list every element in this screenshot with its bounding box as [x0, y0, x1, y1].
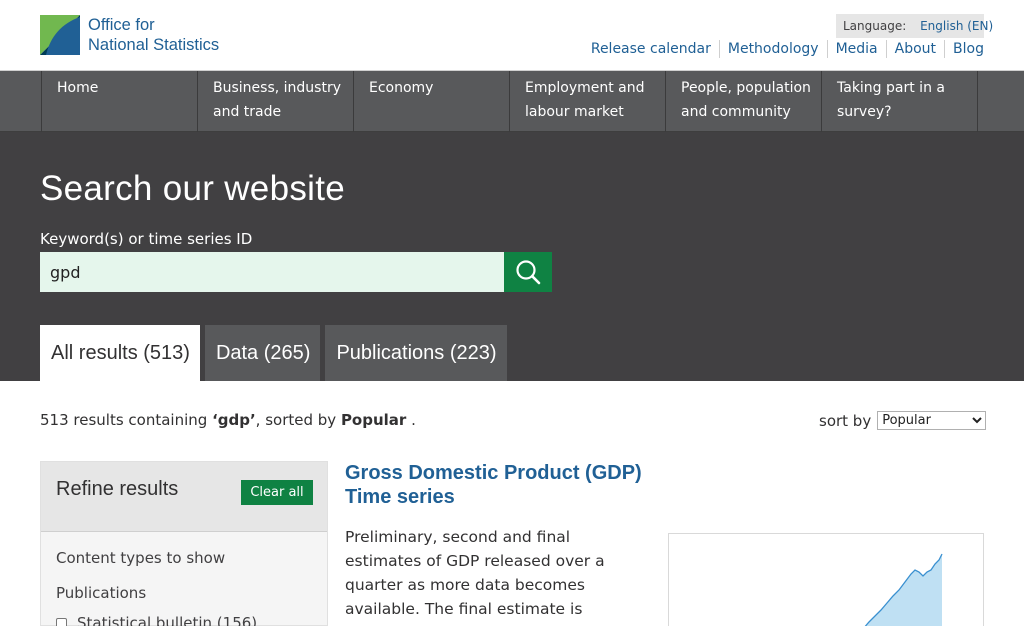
nav-item-survey[interactable]: Taking part in a survey?	[821, 71, 977, 132]
language-link[interactable]: English (EN)	[920, 19, 993, 33]
methodology-link[interactable]: Methodology	[718, 40, 827, 58]
refine-header: Refine results Clear all	[41, 462, 327, 532]
nav-item-economy[interactable]: Economy	[353, 71, 509, 132]
search-banner: Search our website Keyword(s) or time se…	[0, 132, 1024, 381]
sparkline-chart	[864, 553, 943, 626]
result-title-link[interactable]: Gross Domestic Product (GDP) Time series	[345, 461, 645, 509]
search-label: Keyword(s) or time series ID	[40, 230, 253, 248]
filter-checkbox-label: Statistical bulletin (156)	[77, 614, 258, 626]
summary-query: ‘gdp’	[212, 411, 256, 429]
main-nav: Home Business, industry and trade Econom…	[0, 71, 1024, 132]
release-calendar-link[interactable]: Release calendar	[583, 40, 719, 58]
tab-publications[interactable]: Publications (223)	[325, 325, 507, 381]
nav-item-employment[interactable]: Employment and labour market	[509, 71, 665, 132]
logo-line-1: Office for	[88, 16, 155, 34]
result-description: Preliminary, second and final estimates …	[345, 528, 605, 626]
statistical-bulletin-filter[interactable]: Statistical bulletin (156)	[56, 614, 257, 626]
top-links: Release calendar Methodology Media About…	[583, 40, 984, 58]
page-title: Search our website	[40, 169, 346, 208]
content-types-label: Content types to show	[56, 549, 226, 567]
result-sparkline	[668, 533, 984, 626]
nav-item-people[interactable]: People, population and community	[665, 71, 821, 132]
site-header: Office for National Statistics Language:…	[0, 0, 1024, 71]
clear-all-button[interactable]: Clear all	[241, 480, 313, 505]
publications-label: Publications	[56, 584, 147, 602]
media-link[interactable]: Media	[826, 40, 886, 58]
refine-title: Refine results	[56, 478, 179, 500]
results-summary: 513 results containing ‘gdp’, sorted by …	[40, 411, 416, 429]
search-button[interactable]	[504, 252, 552, 292]
blog-link[interactable]: Blog	[944, 40, 984, 58]
results-tabs: All results (513) Data (265) Publication…	[40, 325, 512, 381]
about-link[interactable]: About	[885, 40, 944, 58]
summary-sorted-text: , sorted by	[255, 411, 341, 429]
nav-item-home[interactable]: Home	[41, 71, 197, 132]
tab-data[interactable]: Data (265)	[204, 325, 321, 381]
refine-panel: Refine results Clear all Content types t…	[40, 461, 328, 626]
sort-control: sort by Popular	[819, 411, 987, 430]
summary-end: .	[406, 411, 416, 429]
language-label: Language:	[843, 19, 907, 33]
language-selector: Language: English (EN)	[836, 14, 993, 38]
search-icon	[516, 260, 541, 285]
tab-all-results[interactable]: All results (513)	[40, 325, 200, 381]
ons-logo-mark-icon	[40, 15, 80, 55]
sort-label: sort by	[819, 411, 872, 430]
sort-select[interactable]: Popular	[877, 411, 987, 430]
nav-end-divider	[977, 71, 1024, 132]
search-input[interactable]	[40, 252, 504, 292]
ons-logo[interactable]: Office for National Statistics	[40, 15, 219, 55]
summary-sort-value: Popular	[340, 411, 407, 429]
logo-text: Office for National Statistics	[88, 15, 219, 55]
sparkline-area	[865, 554, 942, 626]
nav-item-business[interactable]: Business, industry and trade	[197, 71, 353, 132]
filter-checkbox[interactable]	[56, 617, 67, 626]
logo-line-2: National Statistics	[88, 36, 220, 54]
summary-count-text: 513 results containing	[40, 411, 213, 429]
